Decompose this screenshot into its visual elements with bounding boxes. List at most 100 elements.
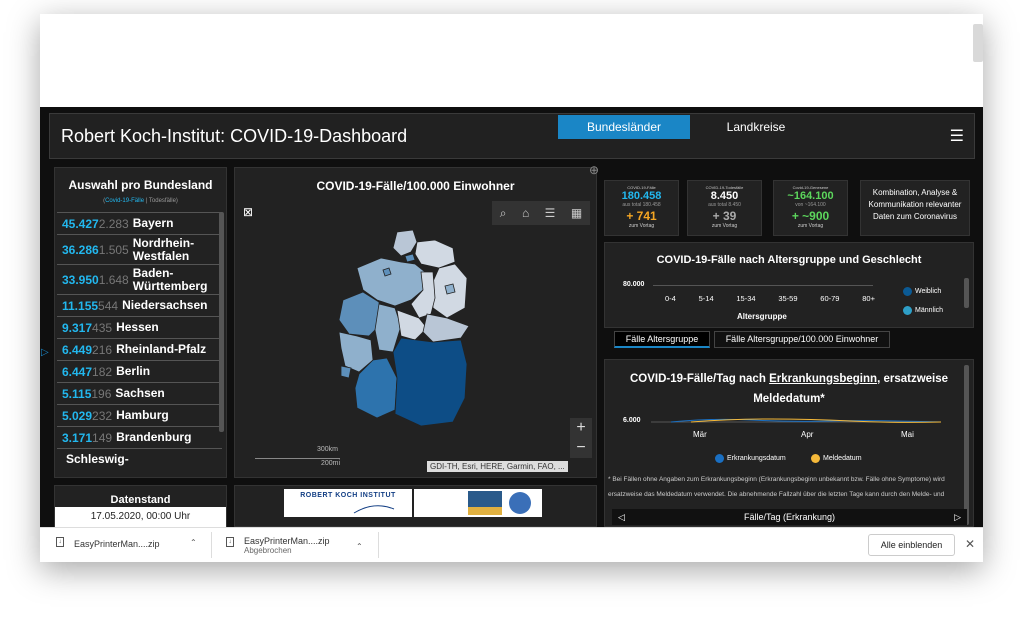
day-chart-footer: ◁ Fälle/Tag (Erkrankung) ▷ bbox=[612, 509, 967, 525]
day-chart-scrollbar[interactable] bbox=[964, 365, 969, 525]
erkrankungsbeginn-link[interactable]: Erkrankungsbeginn bbox=[769, 373, 877, 385]
age-chart-title: COVID-19-Fälle nach Altersgruppe und Ges… bbox=[656, 254, 922, 266]
state-deaths: 2.283 bbox=[98, 216, 129, 231]
state-name: Hessen bbox=[116, 320, 159, 334]
state-cases: 6.447 bbox=[62, 364, 93, 379]
zoom-in-button[interactable]: + bbox=[570, 418, 592, 438]
university-logo-graphic bbox=[468, 491, 531, 515]
age-tick: 60-79 bbox=[820, 294, 840, 303]
state-deaths: 182 bbox=[92, 364, 113, 379]
state-selection-panel: Auswahl pro Bundesland (Covid-19-Fälle |… bbox=[54, 167, 227, 478]
stat-recovered-total: von ~164.100 bbox=[795, 202, 826, 208]
page-scrollbar[interactable] bbox=[973, 24, 983, 62]
zoom-out-button[interactable]: − bbox=[570, 438, 592, 458]
state-row-brandenburg[interactable]: 3.171 149 Brandenburg bbox=[57, 426, 222, 448]
legend-dot bbox=[903, 305, 912, 315]
age-chart-scrollbar[interactable] bbox=[964, 278, 969, 308]
state-cases: 33.950 bbox=[62, 272, 99, 287]
qr-icon[interactable]: ▦ bbox=[571, 206, 582, 220]
rki-logo: ROBERT KOCH INSTITUT bbox=[284, 489, 412, 517]
stat-deaths: COVID-19-Todesfälle 8.450 aus total 8.45… bbox=[687, 180, 762, 236]
close-icon[interactable]: ✕ bbox=[965, 537, 975, 551]
scale-km: 300km bbox=[317, 446, 339, 453]
university-logo bbox=[414, 489, 542, 517]
map-region-berlin bbox=[444, 283, 456, 295]
legend-dot bbox=[811, 454, 820, 463]
stat-recovered-value: ~164.100 bbox=[787, 190, 834, 202]
file-icon: ↓ bbox=[56, 537, 64, 547]
chevron-right-icon[interactable]: ▷ bbox=[954, 509, 961, 525]
germany-map[interactable] bbox=[335, 228, 495, 438]
state-cases: 45.427 bbox=[62, 216, 99, 231]
age-tick: 5-14 bbox=[698, 294, 714, 303]
home-icon[interactable]: ⌂ bbox=[522, 206, 529, 220]
tab-landkreise[interactable]: Landkreise bbox=[690, 115, 822, 139]
download-separator bbox=[378, 532, 379, 558]
state-name: Nordrhein-Westfalen bbox=[132, 235, 195, 263]
state-row-hessen[interactable]: 9.317 435 Hessen bbox=[57, 316, 222, 338]
age-tick: 80+ bbox=[862, 294, 875, 303]
datenstand-panel: Datenstand 17.05.2020, 00:00 Uhr bbox=[54, 485, 227, 527]
month-tick-mai: Mai bbox=[901, 430, 914, 439]
state-row-sh[interactable]: Schleswig- bbox=[57, 448, 222, 470]
state-name: Rheinland-Pfalz bbox=[116, 342, 207, 356]
day-chart-title: COVID-19-Fälle/Tag nach Erkrankungsbegin… bbox=[605, 369, 973, 409]
stat-recovered-delta-label: zum Vortag bbox=[797, 223, 824, 229]
age-chart-axis bbox=[653, 285, 873, 286]
legend-weiblich: Weiblich bbox=[903, 287, 941, 296]
month-tick-maerz: Mär bbox=[693, 430, 707, 439]
tab-bundeslaender[interactable]: Bundesländer bbox=[558, 115, 690, 139]
chevron-left-icon[interactable]: ◁ bbox=[618, 509, 625, 525]
expand-arrow-icon[interactable]: ▷ bbox=[41, 347, 49, 358]
download-item-2[interactable]: ↓ EasyPrinterMan....zip Abgebrochen ⌃ bbox=[226, 536, 376, 555]
tab-faelle-altersgruppe[interactable]: Fälle Altersgruppe bbox=[614, 331, 710, 348]
legend-maennlich: Männlich bbox=[903, 305, 943, 315]
state-deaths: 149 bbox=[92, 430, 113, 445]
file-icon: ↓ bbox=[226, 537, 234, 547]
state-row-rlp[interactable]: 6.449 216 Rheinland-Pfalz bbox=[57, 338, 222, 360]
day-chart-footer-label: Fälle/Tag (Erkrankung) bbox=[743, 512, 836, 522]
hamburger-icon[interactable]: ☰ bbox=[950, 129, 964, 145]
scale-mi: 200mi bbox=[321, 460, 341, 467]
state-row-sachsen[interactable]: 5.115 196 Sachsen bbox=[57, 382, 222, 404]
map-region-by bbox=[392, 337, 468, 427]
map-region-saarland bbox=[340, 365, 352, 379]
state-row-berlin[interactable]: 6.447 182 Berlin bbox=[57, 360, 222, 382]
state-row-niedersachsen[interactable]: 11.155 544 Niedersachsen bbox=[57, 294, 222, 316]
state-cases: 11.155 bbox=[62, 298, 99, 313]
stat-deaths-total: aus total 8.450 bbox=[708, 202, 741, 208]
chevron-up-icon[interactable]: ⌃ bbox=[356, 542, 363, 551]
search-icon[interactable]: ⌕ bbox=[500, 206, 507, 221]
state-row-nrw[interactable]: 36.286 1.505 Nordrhein-Westfalen bbox=[57, 234, 222, 264]
state-name: Schleswig- bbox=[66, 452, 129, 466]
age-chart-xlabel: Altersgruppe bbox=[737, 312, 787, 321]
fullscreen-icon[interactable]: ⊕ bbox=[589, 163, 599, 177]
state-row-hamburg[interactable]: 5.029 232 Hamburg bbox=[57, 404, 222, 426]
state-name: Baden-Württemberg bbox=[132, 265, 208, 293]
show-all-button[interactable]: Alle einblenden bbox=[868, 534, 955, 556]
logo-panel: ROBERT KOCH INSTITUT bbox=[234, 485, 597, 527]
map-region-bremen bbox=[382, 267, 392, 277]
age-chart-panel: COVID-19-Fälle nach Altersgruppe und Ges… bbox=[604, 242, 974, 328]
download-item-1[interactable]: ↓ EasyPrinterMan....zip ⌃ bbox=[56, 536, 206, 549]
map-region-sh bbox=[392, 229, 418, 257]
download-name: EasyPrinterMan....zip bbox=[74, 539, 160, 549]
tab-faelle-altersgruppe-100k[interactable]: Fälle Altersgruppe/100.000 Einwohner bbox=[714, 331, 890, 348]
state-list-scrollbar[interactable] bbox=[219, 212, 224, 432]
state-deaths: 232 bbox=[92, 408, 113, 423]
map-legend-icon[interactable]: ⊠ bbox=[243, 205, 253, 219]
state-deaths: 544 bbox=[98, 298, 119, 313]
chevron-up-icon[interactable]: ⌃ bbox=[190, 538, 197, 547]
state-row-bw[interactable]: 33.950 1.648 Baden-Württemberg bbox=[57, 264, 222, 294]
day-chart-ylabel: 6.000 bbox=[623, 417, 641, 424]
state-cases: 5.115 bbox=[62, 386, 92, 401]
stat-cases-value: 180.458 bbox=[621, 190, 662, 202]
legend-label: Meldedatum bbox=[823, 455, 862, 462]
state-panel-title: Auswahl pro Bundesland bbox=[68, 178, 213, 192]
download-separator bbox=[211, 532, 212, 558]
age-tick: 35-59 bbox=[778, 294, 798, 303]
stat-cases-delta: + 741 bbox=[626, 209, 657, 223]
list-icon[interactable]: ☰ bbox=[545, 206, 556, 220]
legend-erkrankungsdatum: Erkrankungsdatum bbox=[715, 454, 786, 463]
state-row-bayern[interactable]: 45.427 2.283 Bayern bbox=[57, 212, 222, 234]
